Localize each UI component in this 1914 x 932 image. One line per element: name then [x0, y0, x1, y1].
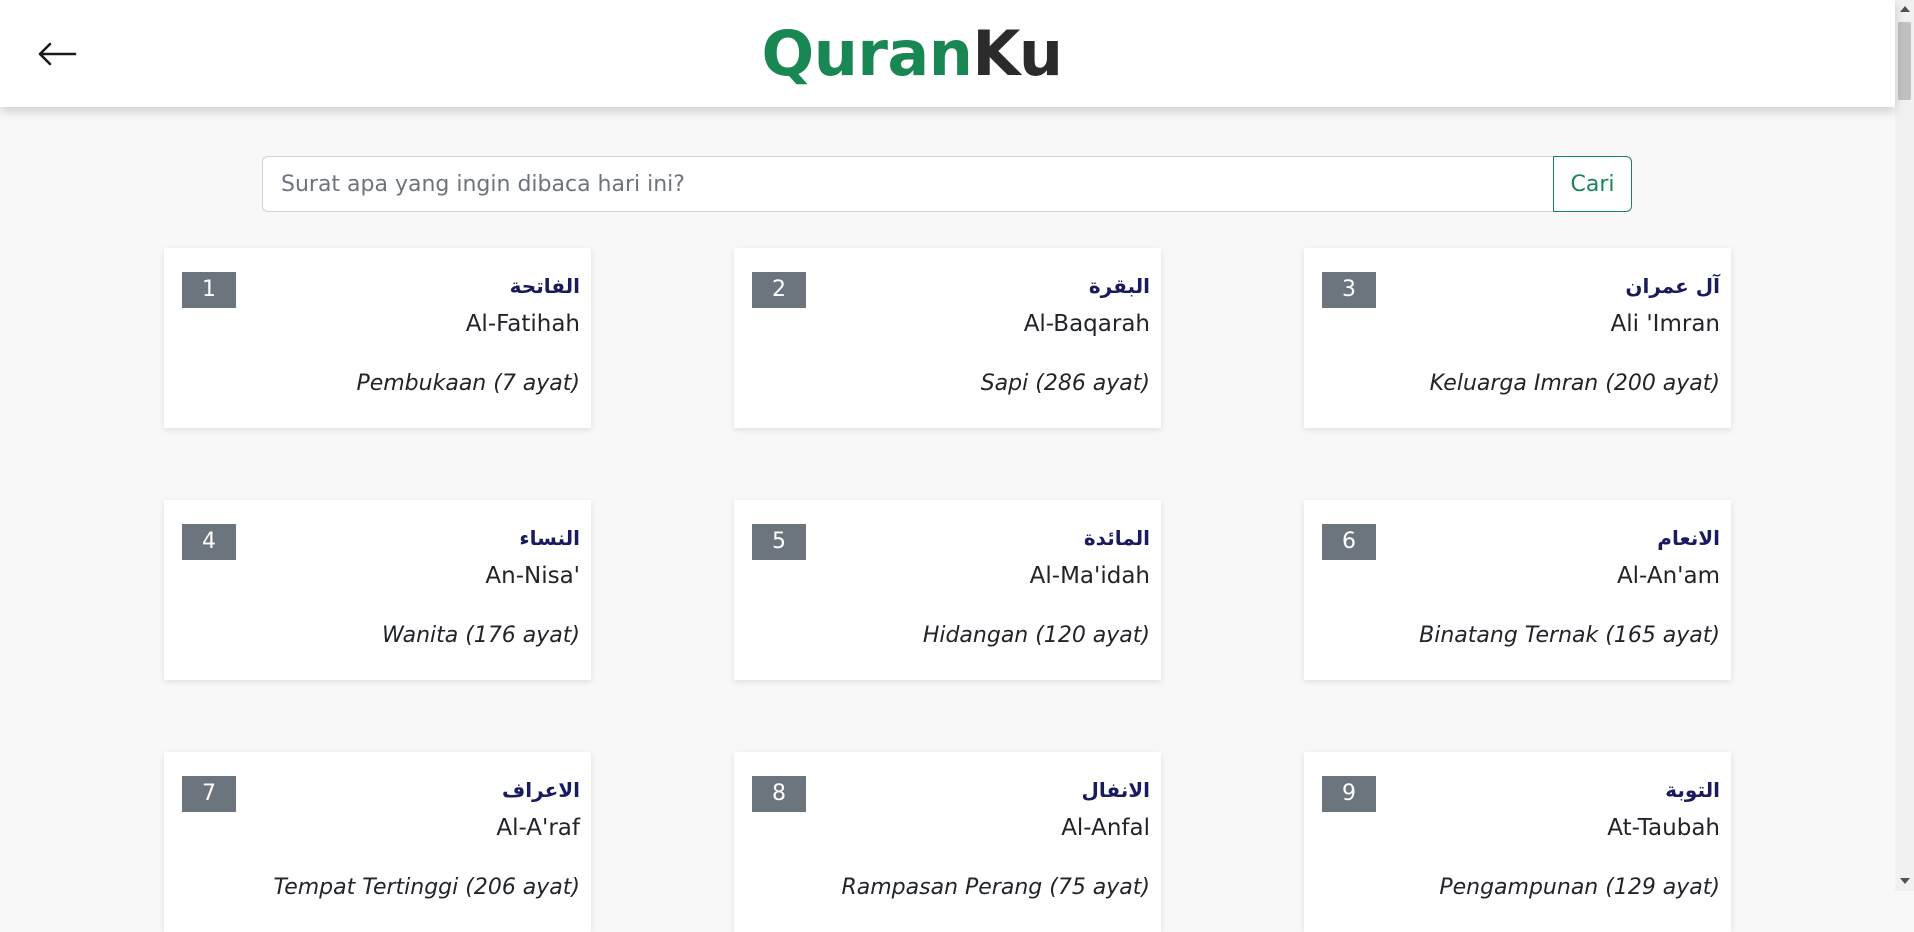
brand-part-quran: Quran [761, 17, 973, 90]
surah-arabic-name: البقرة [1088, 274, 1150, 298]
surah-latin-name: Al-Fatihah [465, 311, 580, 337]
surah-number-badge: 7 [182, 776, 236, 812]
vertical-scrollbar[interactable] [1895, 0, 1914, 891]
surah-arabic-name: الانعام [1657, 526, 1720, 550]
surah-latin-name: Al-An'am [1616, 563, 1720, 589]
scrollbar-thumb[interactable] [1898, 22, 1911, 100]
surah-meaning: Tempat Tertinggi (206 ayat) [273, 875, 580, 900]
surah-meaning: Pembukaan (7 ayat) [356, 371, 580, 396]
surah-card[interactable]: 6 الانعام Al-An'am Binatang Ternak (165 aya… [1304, 500, 1731, 680]
surah-latin-name: Al-A'raf [496, 815, 580, 841]
surah-arabic-name: النساء [519, 526, 580, 550]
search-button[interactable]: Cari [1553, 156, 1632, 212]
surah-latin-name: Al-Baqarah [1023, 311, 1150, 337]
surah-arabic-name: المائدة [1083, 526, 1150, 550]
surah-number-badge: 5 [752, 524, 806, 560]
surah-meaning: Keluarga Imran (200 ayat) [1429, 371, 1720, 396]
surah-latin-name: Al-Ma'idah [1029, 563, 1150, 589]
surah-latin-name: Al-Anfal [1061, 815, 1150, 841]
surah-card[interactable]: 8 الانفال Al-Anfal Rampasan Perang (75 ayat… [734, 752, 1161, 932]
brand-part-ku: Ku [972, 17, 1063, 90]
surah-card[interactable]: 7 الاعراف Al-A'raf Tempat Tertinggi (206 ay… [164, 752, 591, 932]
surah-number-badge: 9 [1322, 776, 1376, 812]
surah-card[interactable]: 1 الفاتحة Al-Fatihah Pembukaan (7 ayat) [164, 248, 591, 428]
surah-number-badge: 2 [752, 272, 806, 308]
navbar: QuranKu [0, 0, 1895, 107]
search-form: Cari [262, 156, 1632, 212]
surah-card[interactable]: 2 البقرة Al-Baqarah Sapi (286 ayat) [734, 248, 1161, 428]
surah-card[interactable]: 5 المائدة Al-Ma'idah Hidangan (120 ayat) [734, 500, 1161, 680]
surah-meaning: Hidangan (120 ayat) [922, 623, 1150, 648]
surah-meaning: Wanita (176 ayat) [382, 623, 580, 648]
surah-meaning: Pengampunan (129 ayat) [1439, 875, 1720, 900]
search-input[interactable] [262, 156, 1553, 212]
surah-arabic-name: الاعراف [502, 778, 580, 802]
surah-meaning: Rampasan Perang (75 ayat) [841, 875, 1150, 900]
surah-meaning: Binatang Ternak (165 ayat) [1419, 623, 1720, 648]
surah-card[interactable]: 3 آل عمران Ali 'Imran Keluarga Imran (200 a… [1304, 248, 1731, 428]
surah-card[interactable]: 9 التوبة At-Taubah Pengampunan (129 ayat) [1304, 752, 1731, 932]
surah-meaning: Sapi (286 ayat) [980, 371, 1150, 396]
surah-number-badge: 8 [752, 776, 806, 812]
surah-number-badge: 6 [1322, 524, 1376, 560]
scroll-up-arrow-icon[interactable] [1895, 2, 1914, 16]
surah-number-badge: 3 [1322, 272, 1376, 308]
surah-arabic-name: الانفال [1081, 778, 1150, 802]
surah-number-badge: 4 [182, 524, 236, 560]
surah-latin-name: An-Nisa' [485, 563, 580, 589]
scroll-down-arrow-icon[interactable] [1895, 874, 1914, 888]
surah-number-badge: 1 [182, 272, 236, 308]
brand-logo[interactable]: QuranKu [0, 12, 1824, 96]
surah-arabic-name: الفاتحة [509, 274, 580, 298]
surah-card[interactable]: 4 النساء An-Nisa' Wanita (176 ayat) [164, 500, 591, 680]
surah-arabic-name: التوبة [1665, 778, 1720, 802]
surah-arabic-name: آل عمران [1625, 274, 1720, 298]
surah-latin-name: At-Taubah [1607, 815, 1720, 841]
surah-latin-name: Ali 'Imran [1610, 311, 1720, 337]
